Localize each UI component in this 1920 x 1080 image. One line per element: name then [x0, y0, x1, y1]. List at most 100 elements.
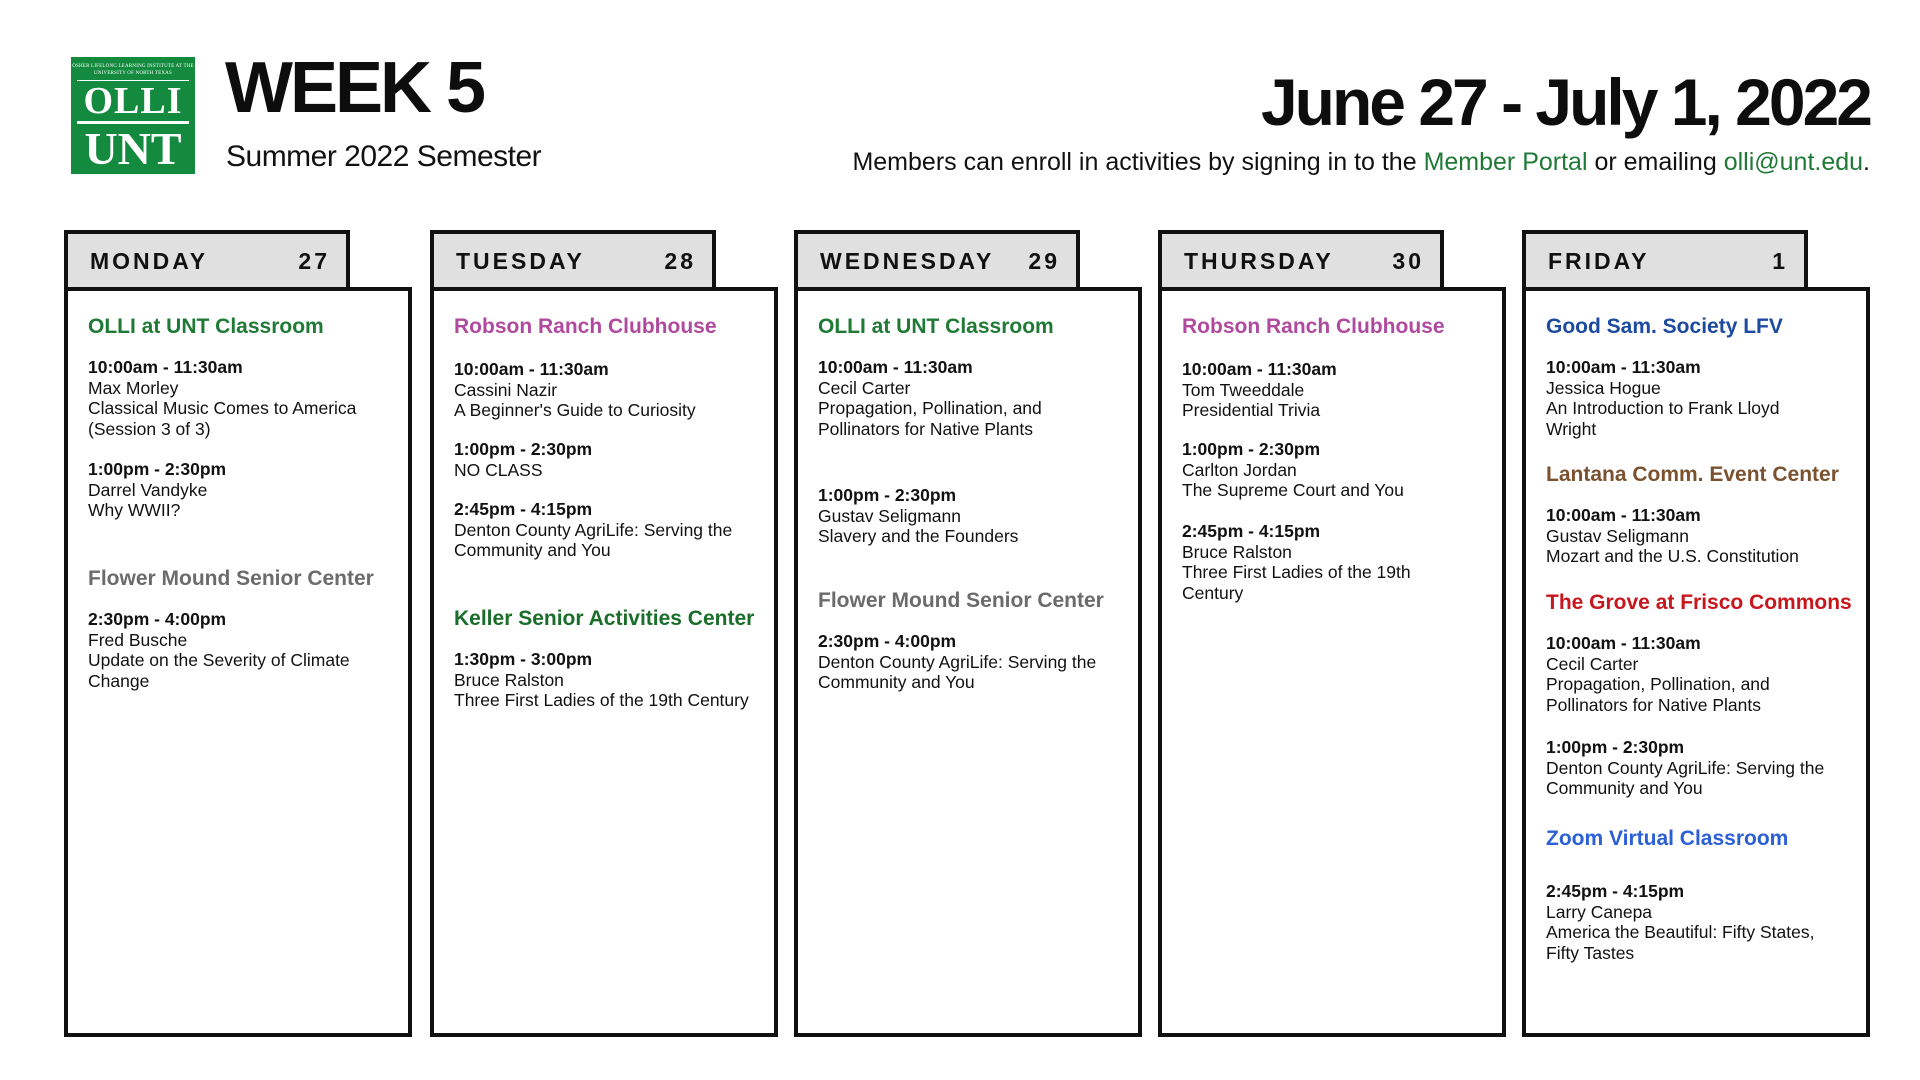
session-time: 1:00pm - 2:30pm: [88, 459, 227, 479]
session-time: 1:00pm - 2:30pm: [454, 439, 593, 459]
enroll-prefix: Members can enroll in activities by sign…: [852, 148, 1424, 176]
session-line: The Supreme Court and You: [1182, 480, 1404, 500]
day-date: 30: [1392, 247, 1424, 274]
location-heading: The Grove at Frisco Commons: [1546, 591, 1852, 614]
session: 2:30pm - 4:00pm Denton County AgriLife: …: [818, 631, 1096, 693]
session: 10:00am - 11:30am Tom Tweeddale Presiden…: [1182, 359, 1337, 421]
session-line: Fred Busche: [88, 629, 188, 650]
session: 10:00am - 11:30am Cecil Carter Propagati…: [818, 357, 1042, 439]
session-line: Pollinators for Native Plants: [818, 418, 1033, 439]
email-link[interactable]: olli@unt.edu: [1724, 148, 1863, 176]
location-heading: OLLI at UNT Classroom: [88, 315, 324, 338]
session-line: Darrel Vandyke: [88, 479, 208, 500]
session: 1:00pm - 2:30pm Darrel Vandyke Why WWII?: [88, 459, 226, 521]
session-time: 10:00am - 11:30am: [1182, 359, 1337, 379]
location-heading: Flower Mound Senior Center: [818, 589, 1104, 612]
session-line: (Session 3 of 3): [88, 418, 211, 439]
session-line: Three First Ladies of the 19th Century: [454, 690, 749, 710]
semester-subtitle: Summer 2022 Semester: [226, 140, 542, 173]
session-line: Three First Ladies of the 19th: [1182, 562, 1411, 582]
session-line: Bruce Ralston: [454, 669, 564, 690]
session-time: 2:45pm - 4:15pm: [454, 499, 593, 519]
session-time: 10:00am - 11:30am: [1546, 505, 1701, 525]
session: 2:45pm - 4:15pm Denton County AgriLife: …: [454, 499, 732, 561]
session-line: Denton County AgriLife: Serving the: [1546, 757, 1825, 778]
session-time: 10:00am - 11:30am: [818, 357, 973, 377]
logo-institute-text: OSHER LIFELONG LEARNING INSTITUTE AT THE…: [72, 64, 194, 76]
session-line: Cecil Carter: [818, 377, 911, 398]
session: 1:00pm - 2:30pm Carlton Jordan The Supre…: [1182, 439, 1404, 501]
session: 10:00am - 11:30am Cecil Carter Propagati…: [1546, 633, 1770, 715]
day-tab-tuesday: TUESDAY 28: [430, 230, 716, 288]
day-name: WEDNESDAY: [820, 247, 995, 274]
session-line: Wright: [1546, 418, 1597, 439]
day-name: TUESDAY: [456, 247, 585, 274]
session-line: Gustav Seligmann: [818, 505, 961, 526]
day-column-friday: Good Sam. Society LFV 10:00am - 11:30am …: [1522, 287, 1870, 1037]
session-line: Century: [1182, 582, 1244, 603]
day-column-monday: OLLI at UNT Classroom 10:00am - 11:30am …: [64, 287, 412, 1037]
session: 1:30pm - 3:00pm Bruce Ralston Three Firs…: [454, 649, 749, 711]
session-time: 1:00pm - 2:30pm: [818, 485, 957, 505]
session: 1:00pm - 2:30pm NO CLASS: [454, 439, 592, 480]
session-line: Bruce Ralston: [1182, 541, 1292, 562]
session-time: 1:00pm - 2:30pm: [1546, 737, 1685, 757]
day-name: THURSDAY: [1184, 247, 1334, 274]
location-heading: Robson Ranch Clubhouse: [454, 315, 717, 338]
enroll-instructions: Members can enroll in activities by sign…: [852, 148, 1870, 177]
day-date: 1: [1772, 247, 1788, 274]
session-line: America the Beautiful: Fifty States,: [1546, 922, 1815, 942]
location-heading: Flower Mound Senior Center: [88, 567, 374, 590]
session-line: Update on the Severity of Climate: [88, 650, 350, 670]
session-line: Tom Tweeddale: [1182, 379, 1305, 400]
day-column-wednesday: OLLI at UNT Classroom 10:00am - 11:30am …: [794, 287, 1142, 1037]
location-heading: Zoom Virtual Classroom: [1546, 827, 1789, 850]
enroll-suffix: .: [1863, 148, 1870, 176]
session: 10:00am - 11:30am Gustav Seligmann Mozar…: [1546, 505, 1799, 567]
session-line: Cassini Nazir: [454, 379, 558, 400]
session-time: 2:45pm - 4:15pm: [1546, 881, 1685, 901]
day-tab-thursday: THURSDAY 30: [1158, 230, 1444, 288]
day-tab-monday: MONDAY 27: [64, 230, 350, 288]
session-line: Pollinators for Native Plants: [1546, 694, 1761, 715]
session: 10:00am - 11:30am Cassini Nazir A Beginn…: [454, 359, 696, 421]
olli-unt-logo: OSHER LIFELONG LEARNING INSTITUTE AT THE…: [71, 57, 195, 174]
session-line: Community and You: [818, 672, 975, 692]
location-heading: Lantana Comm. Event Center: [1546, 463, 1839, 486]
enroll-mid: or emailing: [1587, 148, 1724, 176]
session: 2:45pm - 4:15pm Larry Canepa America the…: [1546, 881, 1814, 963]
location-heading: Good Sam. Society LFV: [1546, 315, 1783, 338]
session-time: 10:00am - 11:30am: [1546, 633, 1701, 653]
location-heading: Keller Senior Activities Center: [454, 607, 755, 630]
session-line: Denton County AgriLife: Serving the: [818, 651, 1097, 672]
location-heading: OLLI at UNT Classroom: [818, 315, 1054, 338]
session-line: Community and You: [454, 540, 611, 560]
day-column-thursday: Robson Ranch Clubhouse 10:00am - 11:30am…: [1158, 287, 1506, 1037]
session-line: Propagation, Pollination, and: [1546, 674, 1770, 694]
session-line: A Beginner's Guide to Curiosity: [454, 400, 696, 420]
session-time: 1:00pm - 2:30pm: [1182, 439, 1321, 459]
day-tab-friday: FRIDAY 1: [1522, 230, 1808, 288]
day-name: MONDAY: [90, 247, 209, 274]
session-time: 2:45pm - 4:15pm: [1182, 521, 1321, 541]
session-line: Propagation, Pollination, and: [818, 398, 1042, 418]
session-time: 10:00am - 11:30am: [454, 359, 609, 379]
day-date: 29: [1028, 247, 1060, 274]
day-date: 28: [664, 247, 696, 274]
session-line: Jessica Hogue: [1546, 377, 1661, 398]
session-line: Presidential Trivia: [1182, 400, 1321, 420]
session-time: 1:30pm - 3:00pm: [454, 649, 593, 669]
location-heading: Robson Ranch Clubhouse: [1182, 315, 1445, 338]
session-time: 10:00am - 11:30am: [1546, 357, 1701, 377]
session-time: 2:30pm - 4:00pm: [818, 631, 957, 651]
session-line: Mozart and the U.S. Constitution: [1546, 546, 1799, 566]
week-title: WEEK 5: [225, 48, 486, 128]
day-tab-wednesday: WEDNESDAY 29: [794, 230, 1080, 288]
session-line: Cecil Carter: [1546, 653, 1639, 674]
session-line: Denton County AgriLife: Serving the: [454, 519, 733, 540]
session-line: NO CLASS: [454, 459, 543, 480]
session-line: Fifty Tastes: [1546, 942, 1635, 963]
member-portal-link[interactable]: Member Portal: [1424, 148, 1588, 176]
session-line: Slavery and the Founders: [818, 526, 1019, 546]
logo-olli-text: OLLI: [77, 80, 189, 124]
